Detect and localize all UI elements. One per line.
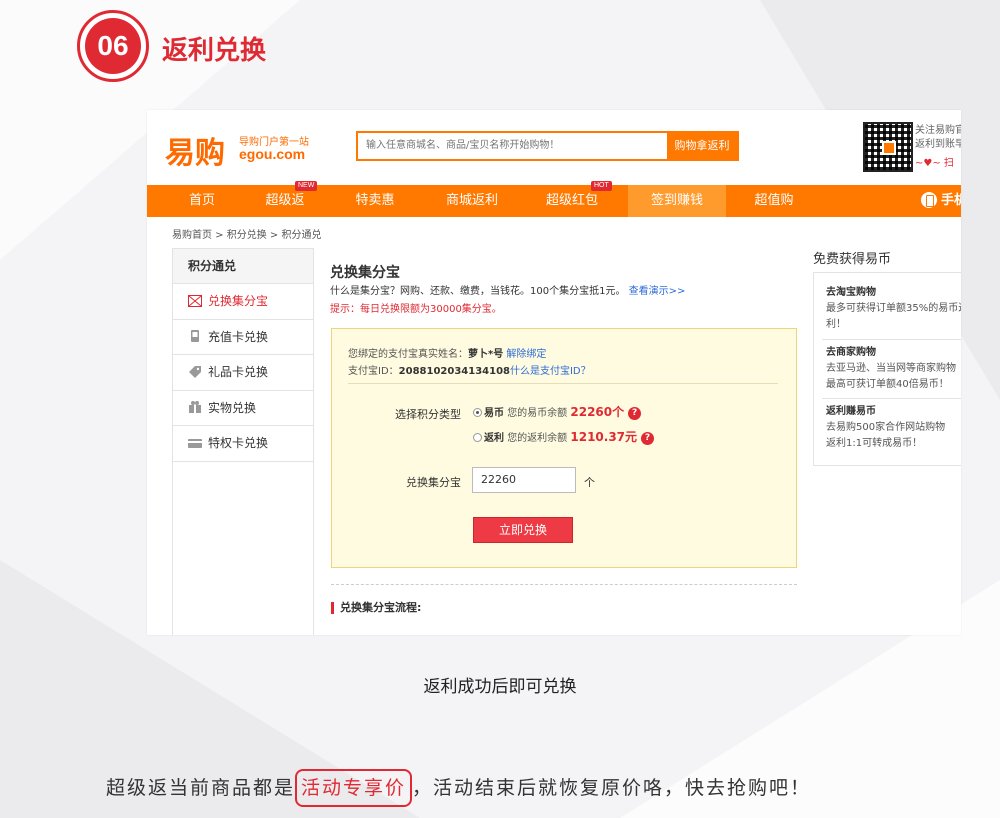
type-label: 选择积分类型 bbox=[395, 408, 461, 421]
divider bbox=[348, 383, 778, 384]
daily-limit-tip: 提示：每日兑换限额为30000集分宝。 bbox=[330, 304, 502, 315]
alipay-name: 萝卜*号 bbox=[468, 349, 504, 360]
help-icon[interactable]: ? bbox=[641, 431, 655, 445]
nav-item-checkin[interactable]: 签到赚钱 bbox=[628, 185, 726, 217]
alipay-name-row: 您绑定的支付宝真实姓名：萝卜*号 解除绑定 bbox=[348, 349, 547, 360]
gift-icon bbox=[189, 401, 201, 413]
sidebar-item-phone-card[interactable]: 充值卡兑换 bbox=[173, 320, 313, 355]
radio-rebate[interactable] bbox=[473, 432, 482, 442]
right-item-merchant[interactable]: 去商家购物 去亚马逊、当当网等商家购物 最高可获订单额40倍易币！ bbox=[826, 345, 956, 393]
card-icon bbox=[188, 438, 202, 448]
site-logo[interactable]: 易购 导购门户第一站 egou.com bbox=[165, 128, 315, 171]
right-item-taobao[interactable]: 去淘宝购物 最多可获得订单额35%的易币返 利！ bbox=[826, 285, 961, 333]
qty-unit: 个 bbox=[584, 476, 595, 489]
option-rebate[interactable]: 返利 您的返利余额 1210.37元? bbox=[473, 428, 655, 445]
nav-item-home[interactable]: 首页 bbox=[163, 185, 241, 217]
nav-item-chaojifan[interactable]: 超级返 NEW bbox=[243, 181, 327, 217]
sidebar-item-gift-card[interactable]: 礼品卡兑换 bbox=[173, 355, 313, 391]
phone-icon bbox=[921, 191, 937, 208]
right-item-rebate[interactable]: 返利赚易币 去易购500家合作网站购物 返利1:1可转成易币！ bbox=[826, 404, 945, 452]
right-panel-title: 免费获得易币 bbox=[813, 252, 892, 267]
nav-item-chaozhigou[interactable]: 超值购 bbox=[732, 185, 816, 217]
help-icon[interactable]: ? bbox=[628, 406, 642, 420]
search-bar: 购物拿返利 bbox=[356, 131, 739, 161]
breadcrumb: 易购首页 > 积分兑换 > 积分通兑 bbox=[172, 230, 322, 241]
search-input[interactable] bbox=[358, 133, 667, 159]
qty-label: 兑换集分宝 bbox=[406, 476, 461, 489]
step-number-badge: 06 bbox=[77, 10, 149, 82]
hot-badge: HOT bbox=[591, 181, 612, 191]
qr-scan-hint: ~♥~ 扫 bbox=[915, 158, 954, 169]
unbind-link[interactable]: 解除绑定 bbox=[506, 349, 546, 360]
search-button[interactable]: 购物拿返利 bbox=[667, 133, 737, 159]
exchange-button[interactable]: 立即兑换 bbox=[473, 517, 573, 543]
demo-link[interactable]: 查看演示>> bbox=[629, 286, 686, 297]
nav-item-red-packet[interactable]: 超级红包 HOT bbox=[527, 181, 617, 217]
page-title: 兑换集分宝 bbox=[330, 265, 400, 281]
jifenbao-icon bbox=[188, 294, 202, 307]
new-badge: NEW bbox=[295, 181, 318, 191]
bottom-notice: 超级返当前商品都是 活动专享价 ，活动结束后就恢复原价咯，快去抢购吧！ bbox=[106, 769, 811, 807]
quantity-input[interactable]: 22260 bbox=[472, 467, 576, 493]
logo-domain: egou.com bbox=[239, 146, 306, 162]
nav-item-mall-rebate[interactable]: 商城返利 bbox=[427, 185, 517, 217]
nav-item-temaihui[interactable]: 特卖惠 bbox=[333, 185, 417, 217]
qr-code-icon bbox=[863, 122, 913, 172]
nav-mobile[interactable]: 手机 bbox=[921, 185, 961, 217]
sidebar-item-physical[interactable]: 实物兑换 bbox=[173, 391, 313, 426]
sidebar-header: 积分通兑 bbox=[173, 249, 313, 284]
alipay-id-row: 支付宝ID：2088102034134108什么是支付宝ID？ bbox=[348, 366, 591, 377]
right-panel: 去淘宝购物 最多可获得订单额35%的易币返 利！ 去商家购物 去亚马逊、当当网等… bbox=[813, 272, 961, 466]
highlight-badge: 活动专享价 bbox=[295, 769, 413, 807]
radio-yibi[interactable] bbox=[473, 407, 482, 417]
exchange-form: 您绑定的支付宝真实姓名：萝卜*号 解除绑定 支付宝ID：208810203413… bbox=[331, 328, 797, 568]
logo-text: 易购 bbox=[165, 136, 225, 171]
option-yibi[interactable]: 易币 您的易币余额 22260个? bbox=[473, 403, 642, 420]
website-screenshot: 易购 导购门户第一站 egou.com 购物拿返利 关注易购官 返利到账早 ~♥… bbox=[147, 110, 961, 635]
tag-icon bbox=[189, 365, 201, 378]
page-description: 什么是集分宝？网购、还款、缴费，当钱花。100个集分宝抵1元。 查看演示>> bbox=[330, 286, 686, 297]
step-title: 返利兑换 bbox=[162, 36, 267, 66]
caption: 返利成功后即可兑换 bbox=[423, 677, 577, 697]
sidebar-menu: 积分通兑 兑换集分宝 充值卡兑换 礼品卡兑换 实物兑换 特权卡兑换 bbox=[172, 248, 314, 635]
phone-card-icon bbox=[191, 330, 199, 342]
alipay-id: 2088102034134108 bbox=[398, 366, 510, 377]
process-title: 兑换集分宝流程: bbox=[331, 602, 421, 614]
sidebar-item-privilege[interactable]: 特权卡兑换 bbox=[173, 426, 313, 462]
alipay-id-help-link[interactable]: 什么是支付宝ID？ bbox=[510, 366, 591, 377]
qr-text: 关注易购官 返利到账早 bbox=[915, 125, 961, 150]
step-number: 06 bbox=[85, 18, 141, 74]
main-nav: 首页 超级返 NEW 特卖惠 商城返利 超级红包 HOT 签到赚钱 超值购 手机 bbox=[147, 181, 961, 217]
sidebar-item-jifenbao[interactable]: 兑换集分宝 bbox=[173, 284, 313, 320]
dashed-divider bbox=[331, 584, 797, 585]
